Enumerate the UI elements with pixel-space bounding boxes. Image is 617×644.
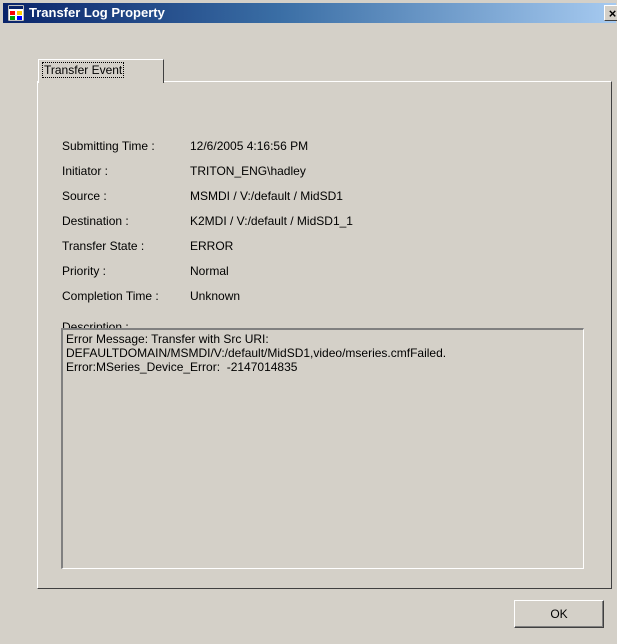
transfer-event-panel: [37, 81, 612, 589]
close-button[interactable]: ×: [604, 5, 617, 21]
window-title: Transfer Log Property: [29, 5, 165, 20]
tab-transfer-event[interactable]: Transfer Event: [38, 59, 164, 83]
transfer-log-property-dialog: Transfer Log Property × Transfer Event S…: [0, 0, 617, 644]
tab-transfer-event-label: Transfer Event: [41, 62, 125, 78]
app-window-icon: [7, 4, 25, 22]
ok-button[interactable]: OK: [514, 600, 604, 628]
title-bar[interactable]: Transfer Log Property ×: [3, 3, 617, 23]
